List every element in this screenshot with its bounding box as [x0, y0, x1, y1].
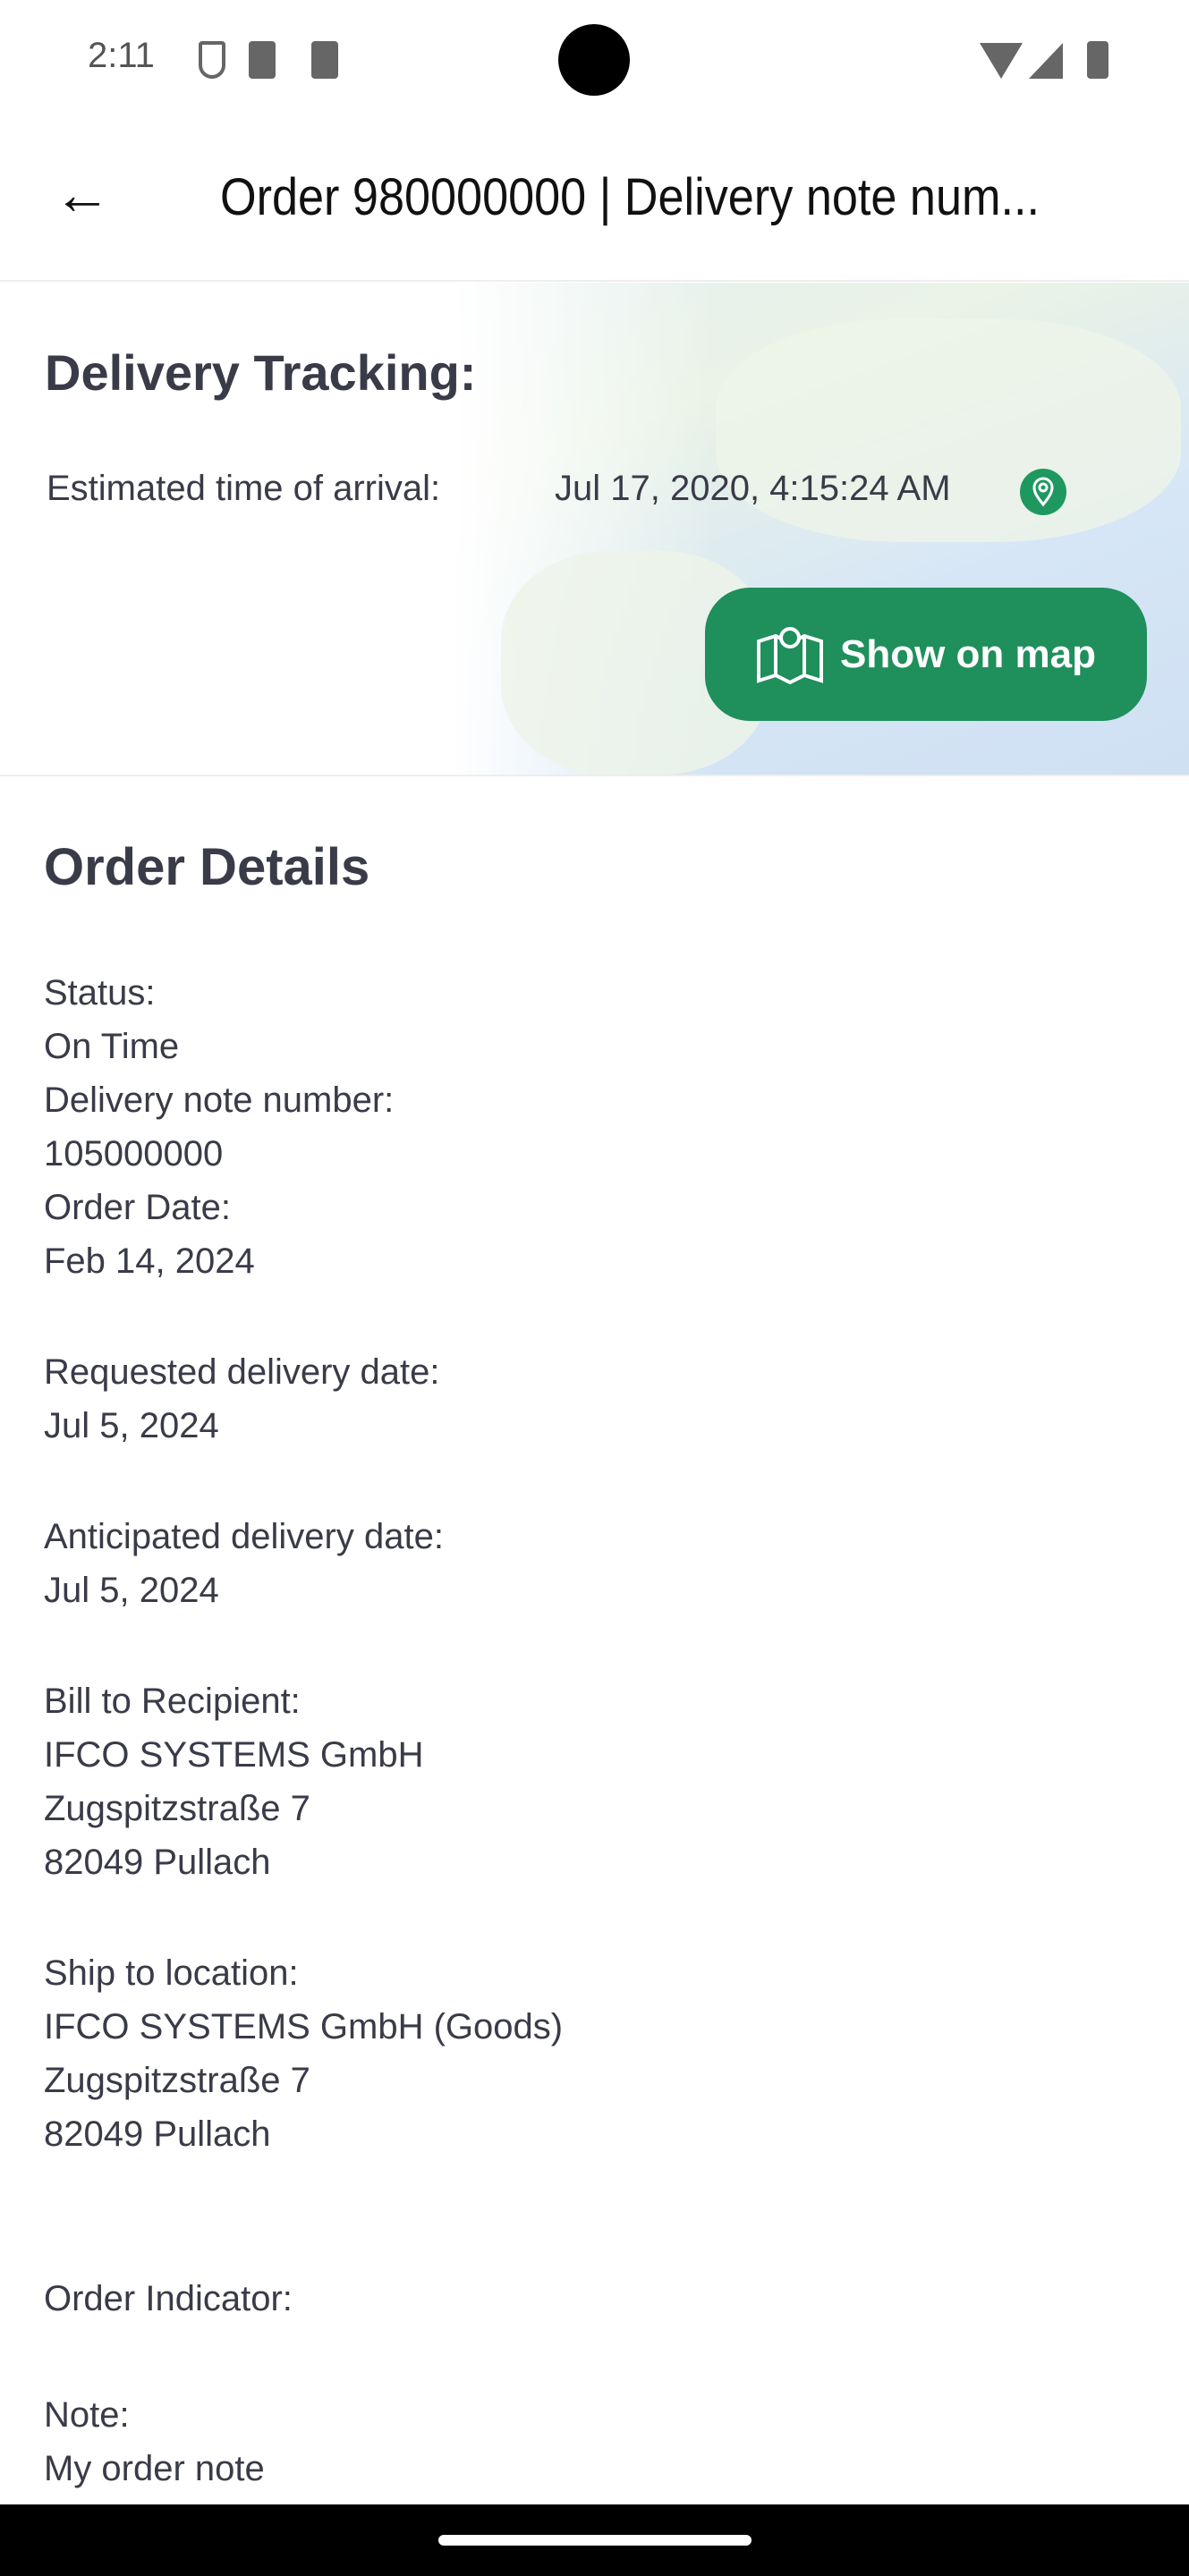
delivery-note-value: 105000000 [44, 1134, 224, 1174]
signal-icon [1029, 43, 1063, 79]
camera-cutout [558, 24, 630, 96]
status-bar: 2:11 [0, 0, 1189, 116]
bill-to-label: Bill to Recipient: [44, 1682, 301, 1721]
status-label: Status: [44, 973, 156, 1013]
order-date-value: Feb 14, 2024 [44, 1241, 255, 1281]
note-label: Note: [44, 2395, 130, 2435]
shield-icon [199, 41, 225, 79]
bill-to-line: Zugspitzstraße 7 [44, 1789, 310, 1828]
requested-date-value: Jul 5, 2024 [44, 1406, 219, 1445]
ship-to-line: Zugspitzstraße 7 [44, 2061, 310, 2100]
requested-date-label: Requested delivery date: [44, 1352, 440, 1392]
location-pin-icon [1020, 469, 1066, 515]
show-on-map-label: Show on map [840, 631, 1096, 676]
font-icon [249, 41, 276, 79]
battery-icon [1087, 41, 1108, 79]
status-value: On Time [44, 1027, 180, 1066]
note-value: My order note [44, 2449, 265, 2488]
ship-to-label: Ship to location: [44, 1953, 299, 1993]
app-bar: ← Order 980000000 | Delivery note num... [0, 116, 1189, 282]
tracking-title: Delivery Tracking: [45, 344, 477, 401]
order-details: Order Details Status: On Time Delivery n… [44, 832, 563, 2496]
bill-to-line: 82049 Pullach [44, 1843, 271, 1882]
page-title: Order 980000000 | Delivery note num... [220, 168, 1040, 226]
eta-value: Jul 17, 2020, 4:15:24 AM [555, 469, 951, 508]
order-date-label: Order Date: [44, 1188, 231, 1227]
map-icon [757, 626, 823, 684]
clock: 2:11 [88, 36, 155, 75]
anticipated-date-value: Jul 5, 2024 [44, 1571, 219, 1610]
order-indicator-label: Order Indicator: [44, 2279, 293, 2318]
show-on-map-button[interactable]: Show on map [705, 588, 1147, 721]
system-nav-bar [0, 2504, 1189, 2576]
order-details-title: Order Details [44, 838, 370, 896]
wifi-icon [980, 43, 1023, 79]
sd-card-icon [311, 41, 338, 79]
eta-label: Estimated time of arrival: [47, 469, 441, 508]
back-arrow-icon[interactable]: ← [54, 165, 111, 223]
bill-to-line: IFCO SYSTEMS GmbH [44, 1735, 424, 1775]
home-gesture-handle[interactable] [438, 2535, 752, 2546]
delivery-tracking-card: Delivery Tracking: Estimated time of arr… [0, 283, 1189, 776]
delivery-note-label: Delivery note number: [44, 1080, 395, 1120]
anticipated-date-label: Anticipated delivery date: [44, 1517, 444, 1556]
ship-to-line: IFCO SYSTEMS GmbH (Goods) [44, 2007, 564, 2046]
ship-to-line: 82049 Pullach [44, 2114, 271, 2154]
